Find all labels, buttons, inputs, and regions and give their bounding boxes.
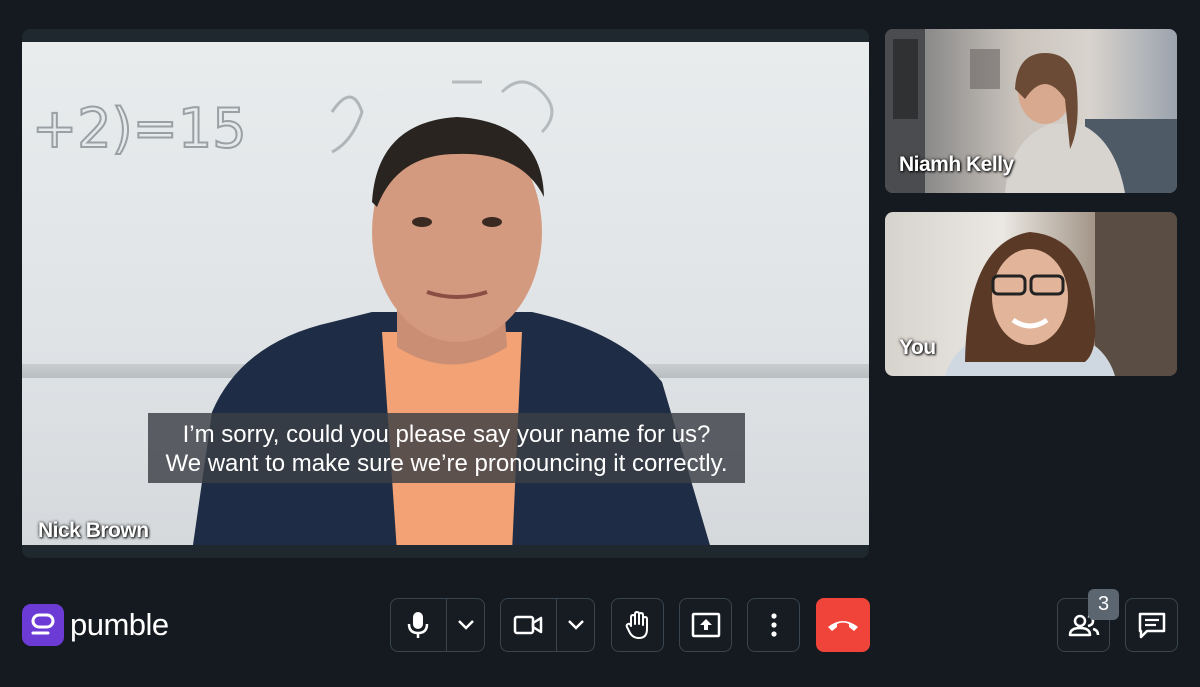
- camera-control-group: [500, 598, 595, 652]
- share-screen-icon: [691, 612, 720, 638]
- participant-name-you: You: [899, 336, 936, 359]
- pumble-logo: pumble: [22, 604, 169, 646]
- raise-hand-button[interactable]: [611, 598, 664, 652]
- end-call-button[interactable]: [816, 598, 870, 652]
- main-video-tile[interactable]: +2)=15 I’m sorry, could you please say y…: [22, 29, 869, 558]
- mic-control-group: [390, 598, 485, 652]
- chat-icon: [1138, 612, 1165, 639]
- main-participant-name: Nick Brown: [38, 519, 149, 542]
- pumble-logo-icon: [22, 604, 64, 646]
- hand-icon: [625, 611, 648, 639]
- participants-count-badge: 3: [1088, 589, 1119, 620]
- caption-line-2: We want to make sure we’re pronouncing i…: [165, 450, 728, 477]
- call-screen: +2)=15 I’m sorry, could you please say y…: [0, 0, 1200, 687]
- chevron-down-icon: [567, 620, 584, 630]
- participant-name-niamh: Niamh Kelly: [899, 153, 1014, 176]
- chevron-down-icon: [457, 620, 474, 630]
- chat-button[interactable]: [1125, 598, 1178, 652]
- participant-tile-niamh[interactable]: Niamh Kelly: [885, 29, 1177, 193]
- share-screen-button[interactable]: [679, 598, 732, 652]
- end-call-icon: [828, 621, 858, 631]
- pumble-logo-text: pumble: [70, 607, 169, 642]
- participant-tile-you[interactable]: You: [885, 212, 1177, 376]
- camera-icon: [514, 615, 543, 635]
- mic-button[interactable]: [391, 599, 446, 651]
- caption-line-1: I’m sorry, could you please say your nam…: [182, 421, 711, 448]
- camera-button[interactable]: [501, 599, 556, 651]
- microphone-icon: [408, 612, 429, 638]
- camera-options-button[interactable]: [557, 599, 594, 651]
- mic-options-button[interactable]: [447, 599, 484, 651]
- live-caption: I’m sorry, could you please say your nam…: [148, 413, 745, 483]
- more-vertical-icon: [770, 613, 777, 637]
- more-options-button[interactable]: [747, 598, 800, 652]
